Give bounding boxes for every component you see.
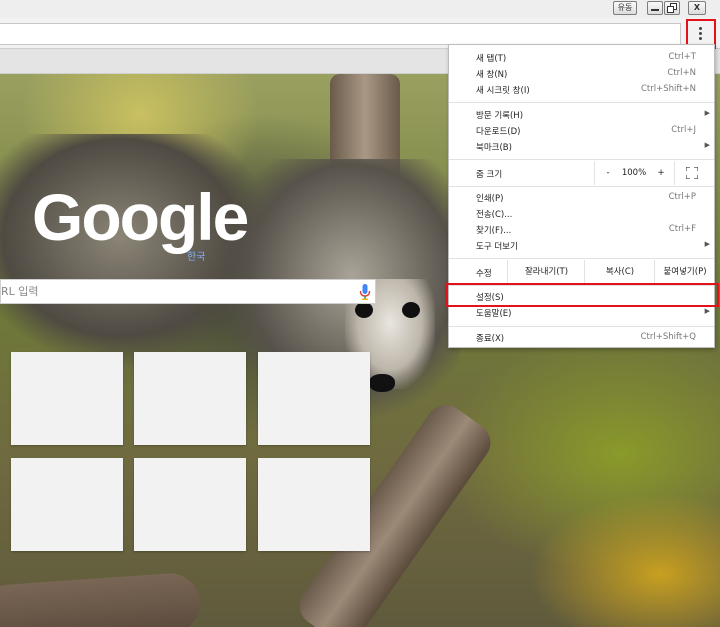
menu-item-help[interactable]: 도움말(E) ▶: [449, 305, 714, 321]
menu-separator: [449, 258, 714, 259]
menu-item-label: 다운로드(D): [476, 127, 521, 137]
menu-item-label: 북마크(B): [476, 143, 512, 153]
menu-zoom-row: 줌 크기 - 100% +: [449, 161, 714, 185]
zoom-value: 100%: [621, 168, 647, 178]
zoom-label: 줌 크기: [476, 170, 503, 180]
paste-button[interactable]: 붙여넣기(P): [654, 260, 715, 284]
menu-item-print[interactable]: 인쇄(P) Ctrl+P: [449, 190, 714, 206]
ntp-search-box[interactable]: [0, 279, 376, 304]
most-visited-tile[interactable]: [11, 352, 123, 445]
raccoon-eye: [355, 302, 373, 318]
menu-item-label: 전송(C)...: [476, 210, 513, 220]
menu-item-cast[interactable]: 전송(C)...: [449, 206, 714, 222]
profile-button[interactable]: 유동: [613, 1, 637, 15]
menu-item-shortcut: Ctrl+Shift+Q: [640, 332, 696, 342]
window-titlebar: 유동 X: [0, 0, 720, 18]
background-branch-bottom: [0, 571, 202, 627]
close-button[interactable]: X: [688, 1, 706, 15]
address-bar[interactable]: [0, 23, 681, 45]
menu-item-bookmarks[interactable]: 북마크(B) ▶: [449, 139, 714, 155]
google-region-label: 한국: [187, 252, 206, 263]
most-visited-tile[interactable]: [134, 352, 246, 445]
menu-item-shortcut: Ctrl+J: [671, 125, 696, 135]
menu-item-shortcut: Ctrl+F: [668, 224, 696, 234]
menu-item-new-tab[interactable]: 새 탭(T) Ctrl+T: [449, 50, 714, 66]
menu-item-new-incognito[interactable]: 새 시크릿 창(I) Ctrl+Shift+N: [449, 82, 714, 98]
menu-separator: [449, 159, 714, 160]
raccoon-eye: [402, 302, 420, 318]
copy-button[interactable]: 복사(C): [584, 260, 655, 284]
ntp-search-input[interactable]: [1, 280, 351, 303]
menu-item-label: 도구 더보기: [476, 242, 518, 252]
menu-item-shortcut: Ctrl+N: [667, 68, 696, 78]
submenu-arrow-icon: ▶: [704, 109, 710, 117]
restore-icon-back: [667, 6, 674, 13]
settings-highlight: [445, 283, 719, 307]
minimize-icon: [651, 9, 659, 11]
menu-item-history[interactable]: 방문 기록(H) ▶: [449, 107, 714, 123]
menu-item-downloads[interactable]: 다운로드(D) Ctrl+J: [449, 123, 714, 139]
menu-item-exit[interactable]: 종료(X) Ctrl+Shift+Q: [449, 330, 714, 346]
menu-item-label: 찾기(F)...: [476, 226, 512, 236]
edit-label: 수정: [476, 269, 492, 279]
most-visited-tile[interactable]: [258, 458, 370, 551]
menu-item-label: 인쇄(P): [476, 194, 504, 204]
menu-separator: [449, 186, 714, 187]
menu-item-label: 새 시크릿 창(I): [476, 86, 530, 96]
most-visited-tile[interactable]: [134, 458, 246, 551]
fullscreen-icon[interactable]: [686, 167, 698, 179]
raccoon-nose: [369, 374, 395, 392]
menu-item-label: 방문 기록(H): [476, 111, 524, 121]
zoom-in-button[interactable]: +: [648, 161, 675, 185]
menu-separator: [449, 102, 714, 103]
most-visited-tile[interactable]: [258, 352, 370, 445]
menu-item-shortcut: Ctrl+T: [668, 52, 696, 62]
most-visited-tile[interactable]: [11, 458, 123, 551]
restore-button[interactable]: [664, 1, 680, 15]
menu-edit-row: 수정 잘라내기(T) 복사(C) 붙여넣기(P): [449, 260, 714, 284]
submenu-arrow-icon: ▶: [704, 307, 710, 315]
menu-item-label: 새 창(N): [476, 70, 508, 80]
menu-item-shortcut: Ctrl+P: [668, 192, 696, 202]
microphone-icon[interactable]: [359, 284, 371, 300]
google-logo: Google: [32, 180, 249, 254]
minimize-button[interactable]: [647, 1, 663, 15]
menu-item-more-tools[interactable]: 도구 더보기 ▶: [449, 238, 714, 254]
cut-button[interactable]: 잘라내기(T): [507, 260, 585, 284]
menu-item-find[interactable]: 찾기(F)... Ctrl+F: [449, 222, 714, 238]
zoom-out-button[interactable]: -: [594, 161, 621, 185]
submenu-arrow-icon: ▶: [704, 141, 710, 149]
menu-item-new-window[interactable]: 새 창(N) Ctrl+N: [449, 66, 714, 82]
menu-item-label: 종료(X): [476, 334, 505, 344]
menu-item-shortcut: Ctrl+Shift+N: [640, 84, 696, 94]
menu-item-label: 새 탭(T): [476, 54, 507, 64]
submenu-arrow-icon: ▶: [704, 240, 710, 248]
menu-separator: [449, 326, 714, 327]
menu-item-label: 도움말(E): [476, 309, 512, 319]
